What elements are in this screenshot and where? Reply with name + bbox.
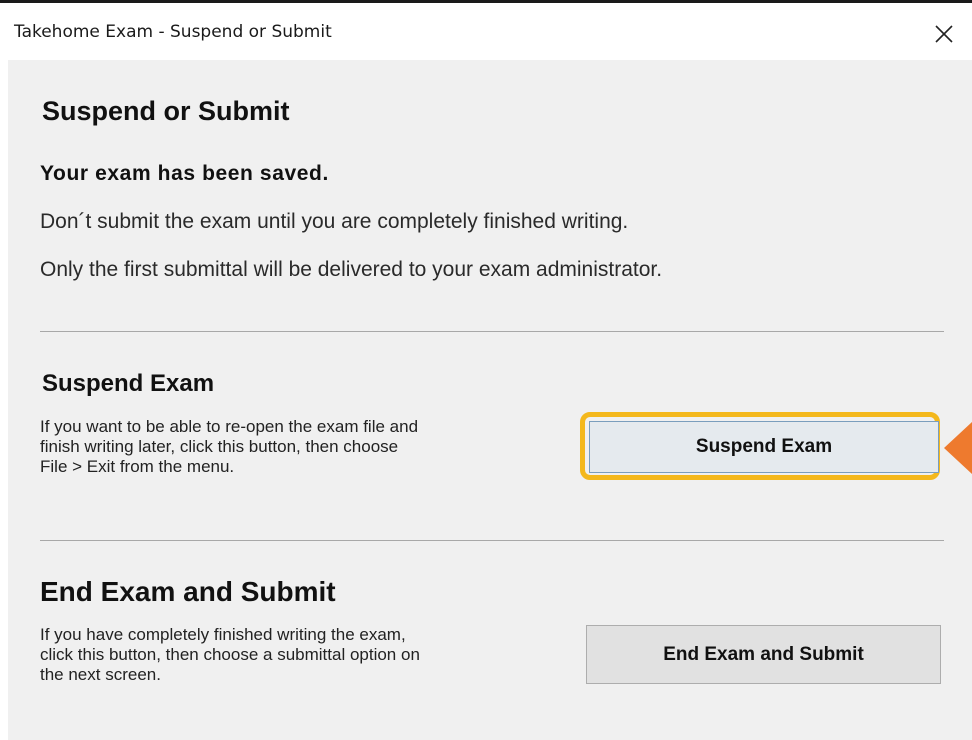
suspend-description: If you want to be able to re-open the ex… [40,417,419,476]
close-icon [935,25,953,43]
divider [40,540,944,541]
window-top-edge [0,0,972,8]
page-title: Suspend or Submit [42,96,290,126]
instruction-line-1: Don´t submit the exam until you are comp… [40,210,629,233]
dialog-window: Takehome Exam - Suspend or Submit Suspen… [0,0,972,740]
end-exam-submit-button[interactable]: End Exam and Submit [586,625,941,684]
suspend-exam-button[interactable]: Suspend Exam [589,421,939,473]
callout-arrow-icon [944,422,972,474]
end-description: If you have completely finished writing … [40,625,420,684]
suspend-heading: Suspend Exam [42,370,215,397]
saved-message: Your exam has been saved. [40,162,329,185]
end-heading: End Exam and Submit [40,576,336,607]
close-button[interactable] [926,16,962,52]
divider [40,331,944,332]
dialog-content: Suspend or Submit Your exam has been sav… [8,60,972,740]
window-title: Takehome Exam - Suspend or Submit [14,22,332,42]
title-bar: Takehome Exam - Suspend or Submit [0,8,972,60]
instruction-line-2: Only the first submittal will be deliver… [40,258,663,281]
